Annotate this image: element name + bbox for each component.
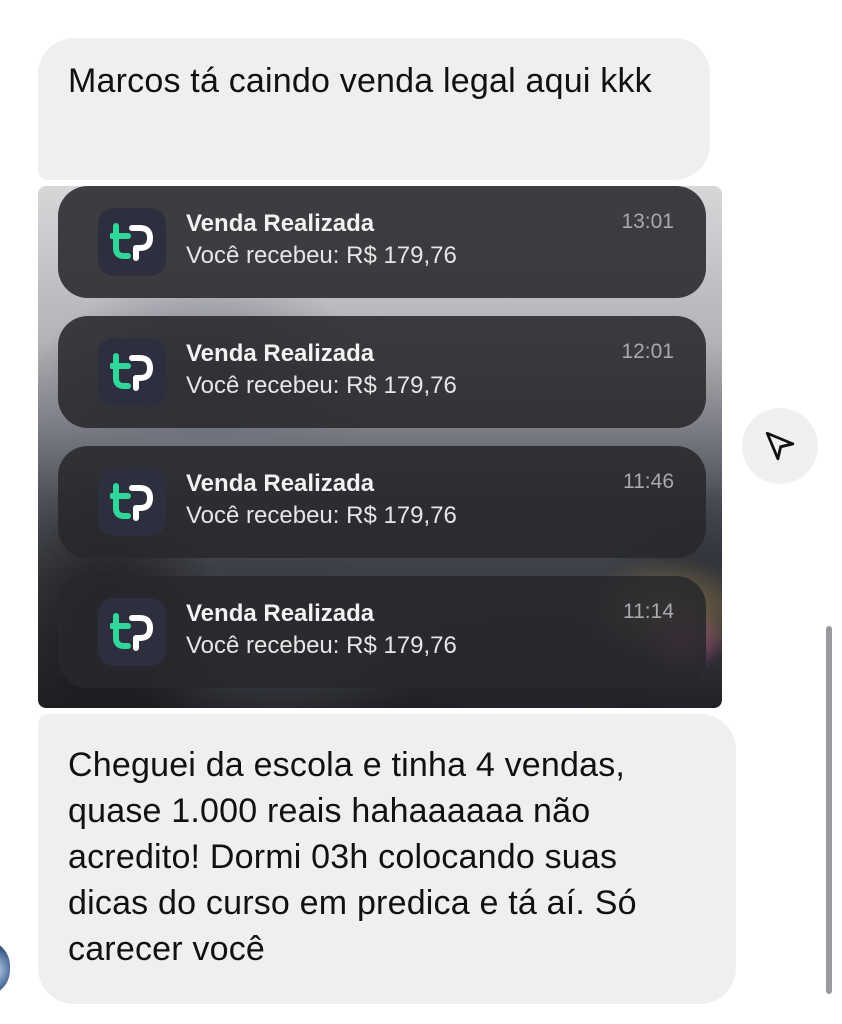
share-button[interactable] <box>742 408 818 484</box>
tp-app-icon <box>98 338 166 406</box>
notification-card: Venda Realizada Você recebeu: R$ 179,76 … <box>58 316 706 428</box>
shared-photo[interactable]: Venda Realizada Você recebeu: R$ 179,76 … <box>38 186 722 708</box>
message-text: Cheguei da escola e tinha 4 vendas, quas… <box>68 746 637 968</box>
notification-card: Venda Realizada Você recebeu: R$ 179,76 … <box>58 186 706 298</box>
scrollbar[interactable] <box>826 626 832 994</box>
message-bubble-bottom[interactable]: Cheguei da escola e tinha 4 vendas, quas… <box>38 714 736 1004</box>
notification-card: Venda Realizada Você recebeu: R$ 179,76 … <box>58 576 706 688</box>
avatar[interactable] <box>0 940 10 996</box>
message-text: Marcos tá caindo venda legal aqui kkk <box>68 62 652 100</box>
notification-title: Venda Realizada <box>186 470 375 497</box>
notification-time: 11:46 <box>623 470 674 493</box>
notification-body: Você recebeu: R$ 179,76 <box>186 372 457 399</box>
notification-title: Venda Realizada <box>186 340 375 367</box>
chat-thread: Marcos tá caindo venda legal aqui kkk Ve… <box>0 0 842 1024</box>
notification-card: Venda Realizada Você recebeu: R$ 179,76 … <box>58 446 706 558</box>
tp-app-icon <box>98 208 166 276</box>
notification-time: 11:14 <box>623 600 674 623</box>
notification-time: 12:01 <box>621 340 674 363</box>
tp-app-icon <box>98 468 166 536</box>
notification-title: Venda Realizada <box>186 600 375 627</box>
notification-title: Venda Realizada <box>186 210 375 237</box>
message-bubble-top[interactable]: Marcos tá caindo venda legal aqui kkk <box>38 38 710 180</box>
notification-body: Você recebeu: R$ 179,76 <box>186 632 457 659</box>
notification-time: 13:01 <box>621 210 674 233</box>
notification-body: Você recebeu: R$ 179,76 <box>186 242 457 269</box>
tp-app-icon <box>98 598 166 666</box>
paper-plane-icon <box>765 431 795 461</box>
notification-body: Você recebeu: R$ 179,76 <box>186 502 457 529</box>
